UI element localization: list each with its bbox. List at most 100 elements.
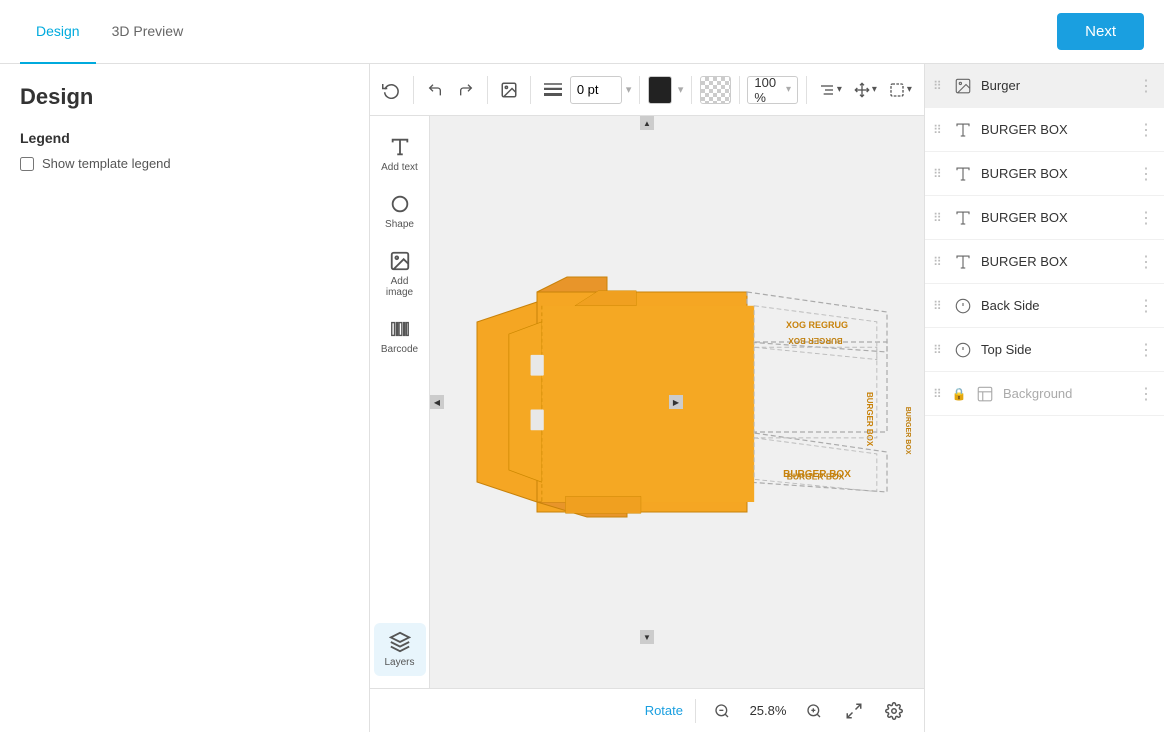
- zoom-controls: 25.8%: [708, 697, 828, 725]
- bottom-bar: Rotate 25.8%: [370, 688, 924, 732]
- barcode-tool[interactable]: Barcode: [374, 310, 426, 363]
- stroke-dropdown-arrow[interactable]: ▾: [626, 83, 632, 96]
- nav-tabs: Design 3D Preview: [20, 0, 199, 64]
- layer-more-bb4[interactable]: ⋮: [1136, 252, 1156, 272]
- undo-btn[interactable]: [422, 74, 449, 106]
- layer-more-bb2[interactable]: ⋮: [1136, 164, 1156, 184]
- stroke-input[interactable]: 0 pt: [570, 76, 622, 104]
- next-button[interactable]: Next: [1057, 13, 1144, 50]
- zoom-in-btn[interactable]: [800, 697, 828, 725]
- shape-label: Shape: [385, 219, 414, 230]
- layer-name-backside: Back Side: [981, 298, 1130, 313]
- sep-3: [530, 76, 531, 104]
- layer-icon-topside: [951, 338, 975, 362]
- layer-name-bb1: BURGER BOX: [981, 122, 1130, 137]
- stroke-menu-btn[interactable]: [539, 74, 566, 106]
- color-swatch[interactable]: [648, 76, 672, 104]
- show-template-legend-checkbox[interactable]: Show template legend: [20, 156, 349, 171]
- drag-handle-bb3[interactable]: ⠿: [933, 211, 945, 225]
- zoom-display: 25.8%: [744, 703, 792, 718]
- color-dropdown-arrow[interactable]: ▾: [678, 83, 684, 96]
- select-btn[interactable]: ▾: [885, 76, 916, 104]
- layer-more-topside[interactable]: ⋮: [1136, 340, 1156, 360]
- legend-title: Legend: [20, 130, 349, 146]
- settings-btn[interactable]: [880, 697, 908, 725]
- svg-text:BURGER BOX: BURGER BOX: [788, 336, 843, 345]
- add-text-tool[interactable]: Add text: [374, 128, 426, 181]
- zoom-control[interactable]: 100 % ▾: [747, 76, 798, 104]
- layer-name-bg: Background: [1003, 386, 1130, 401]
- zoom-value-label: 100 %: [754, 75, 784, 105]
- sep-1: [413, 76, 414, 104]
- layer-name-bb2: BURGER BOX: [981, 166, 1130, 181]
- layer-top-side[interactable]: ⠿ Top Side ⋮: [925, 328, 1164, 372]
- layer-icon-backside: [951, 294, 975, 318]
- tab-design[interactable]: Design: [20, 0, 96, 64]
- scroll-arrow-right[interactable]: ▶: [669, 395, 683, 409]
- layers-tool[interactable]: Layers: [374, 623, 426, 676]
- zoom-out-btn[interactable]: [708, 697, 736, 725]
- layer-background[interactable]: ⠿ 🔒 Background ⋮: [925, 372, 1164, 416]
- left-toolstrip: Add text Shape Add image: [370, 116, 430, 688]
- layer-name-bb4: BURGER BOX: [981, 254, 1130, 269]
- drag-handle-bb2[interactable]: ⠿: [933, 167, 945, 181]
- canvas-inner: BURGER BOX BURGER BOX BURGER BOX: [490, 116, 924, 688]
- svg-text:BURGER BOX: BURGER BOX: [787, 471, 845, 481]
- layer-burger-box-2[interactable]: ⠿ BURGER BOX ⋮: [925, 152, 1164, 196]
- layer-back-side[interactable]: ⠿ Back Side ⋮: [925, 284, 1164, 328]
- drag-handle-bb1[interactable]: ⠿: [933, 123, 945, 137]
- page-title: Design: [20, 84, 349, 110]
- add-image-tool[interactable]: Add image: [374, 242, 426, 306]
- add-text-label: Add text: [381, 162, 418, 173]
- show-template-legend-input[interactable]: [20, 157, 34, 171]
- sep-5: [691, 76, 692, 104]
- scroll-arrow-top[interactable]: ▲: [640, 116, 654, 130]
- scroll-arrow-left[interactable]: ◀: [430, 395, 444, 409]
- image-btn[interactable]: [496, 74, 523, 106]
- shape-tool[interactable]: Shape: [374, 185, 426, 238]
- layer-name-bb3: BURGER BOX: [981, 210, 1130, 225]
- canvas-area: 0 pt ▾ ▾ 100 % ▾ ▾: [370, 64, 924, 732]
- fit-screen-btn[interactable]: [840, 697, 868, 725]
- sep-6: [739, 76, 740, 104]
- drag-handle-bb4[interactable]: ⠿: [933, 255, 945, 269]
- main-design-svg: BURGER BOX BURGER BOX BURGER BOX: [490, 262, 924, 542]
- layer-burger[interactable]: ⠿ Burger ⋮: [925, 64, 1164, 108]
- align-btn[interactable]: ▾: [815, 76, 846, 104]
- canvas-workspace: ▲ ▼ ◀ ▶ Add text Shape: [370, 116, 924, 688]
- toolbar: 0 pt ▾ ▾ 100 % ▾ ▾: [370, 64, 924, 116]
- rotate-button[interactable]: Rotate: [645, 703, 683, 718]
- pattern-swatch[interactable]: [700, 76, 730, 104]
- sep-4: [639, 76, 640, 104]
- layer-icon-burger: [951, 74, 975, 98]
- layer-icon-bb3: [951, 206, 975, 230]
- layer-more-burger[interactable]: ⋮: [1136, 76, 1156, 96]
- drag-handle-burger[interactable]: ⠿: [933, 79, 945, 93]
- layer-burger-box-1[interactable]: ⠿ BURGER BOX ⋮: [925, 108, 1164, 152]
- layer-more-bb1[interactable]: ⋮: [1136, 120, 1156, 140]
- lock-icon-bg: 🔒: [951, 387, 967, 401]
- layer-burger-box-4[interactable]: ⠿ BURGER BOX ⋮: [925, 240, 1164, 284]
- layer-burger-box-3[interactable]: ⠿ BURGER BOX ⋮: [925, 196, 1164, 240]
- transform-btn[interactable]: ▾: [850, 76, 881, 104]
- layer-more-bg[interactable]: ⋮: [1136, 384, 1156, 404]
- barcode-label: Barcode: [381, 344, 418, 355]
- show-template-legend-label: Show template legend: [42, 156, 171, 171]
- layer-icon-bb2: [951, 162, 975, 186]
- layer-icon-bb1: [951, 118, 975, 142]
- sep-7: [806, 76, 807, 104]
- tab-3d-preview[interactable]: 3D Preview: [96, 0, 200, 64]
- right-panel: ⠿ Burger ⋮ ⠿: [924, 64, 1164, 732]
- layer-icon-bg: [973, 382, 997, 406]
- drag-handle-topside[interactable]: ⠿: [933, 343, 945, 357]
- history-btn[interactable]: [378, 74, 405, 106]
- add-image-label: Add image: [378, 276, 422, 298]
- layers-list: ⠿ Burger ⋮ ⠿: [925, 64, 1164, 732]
- drag-handle-backside[interactable]: ⠿: [933, 299, 945, 313]
- main-layout: Design Legend Show template legend: [0, 64, 1164, 732]
- layer-more-backside[interactable]: ⋮: [1136, 296, 1156, 316]
- scroll-arrow-bottom[interactable]: ▼: [640, 630, 654, 644]
- drag-handle-bg[interactable]: ⠿: [933, 387, 945, 401]
- redo-btn[interactable]: [452, 74, 479, 106]
- layer-more-bb3[interactable]: ⋮: [1136, 208, 1156, 228]
